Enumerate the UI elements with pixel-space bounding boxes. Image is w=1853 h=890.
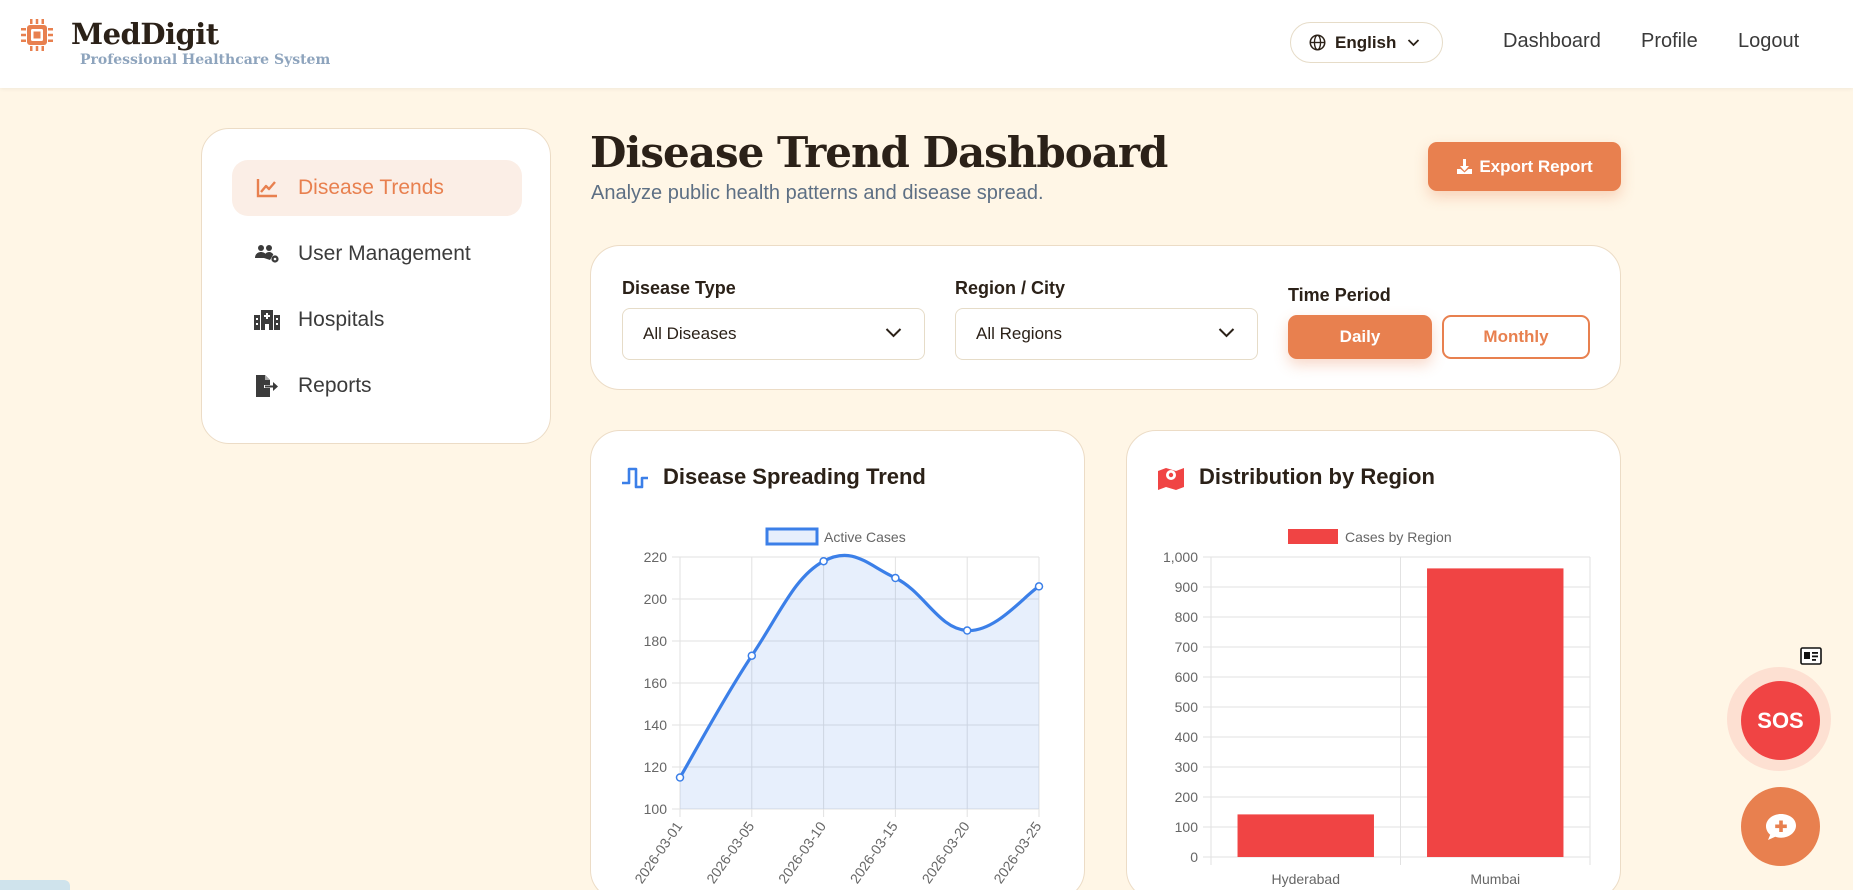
sidebar-item-user-management[interactable]: User Management xyxy=(232,226,522,282)
x-tick-label: 2026-03-15 xyxy=(847,818,901,886)
bar-mumbai xyxy=(1427,568,1564,857)
page-subtitle: Analyze public health patterns and disea… xyxy=(591,182,1044,204)
legend-label: Cases by Region xyxy=(1345,529,1452,545)
language-selector[interactable]: English xyxy=(1290,22,1443,63)
data-point xyxy=(747,651,757,660)
sidebar-item-label: User Management xyxy=(298,242,471,265)
time-period-label: Time Period xyxy=(1288,285,1391,305)
hospital-icon xyxy=(254,307,280,333)
data-point xyxy=(819,556,828,566)
period-daily-button[interactable]: Daily xyxy=(1288,315,1432,359)
legend-swatch xyxy=(765,527,819,546)
x-tick-label: 2026-03-05 xyxy=(703,818,757,886)
chevron-down-icon xyxy=(885,328,902,338)
bar-hyderabad xyxy=(1237,814,1374,857)
x-tick-label: 2026-03-25 xyxy=(990,818,1044,886)
download-icon xyxy=(1457,159,1473,174)
page-title: Disease Trend Dashboard xyxy=(590,128,1168,177)
data-point xyxy=(1034,582,1044,591)
filters-card: Disease Type All Diseases Region / City … xyxy=(590,245,1621,390)
y-tick-label: 100 xyxy=(644,801,668,817)
line-chart: 100 120 140 160 180 200 220 2026-03-01 2026-03-0… xyxy=(631,527,1045,886)
corner-tab[interactable] xyxy=(0,880,70,890)
y-tick-label: 140 xyxy=(644,717,668,733)
disease-trend-card: Disease Spreading Trend 100 120 140 160 180 2… xyxy=(590,430,1085,890)
brand-tagline: Professional Healthcare System xyxy=(80,52,331,68)
y-tick-label: 600 xyxy=(1175,669,1199,685)
language-label: English xyxy=(1335,32,1397,52)
x-tick-label: Mumbai xyxy=(1470,871,1520,887)
sidebar-item-hospitals[interactable]: Hospitals xyxy=(232,292,522,348)
export-report-label: Export Report xyxy=(1479,156,1593,176)
y-tick-label: 700 xyxy=(1175,639,1199,655)
sidebar-item-reports[interactable]: Reports xyxy=(232,358,522,414)
y-tick-label: 900 xyxy=(1175,579,1199,595)
y-tick-label: 500 xyxy=(1175,699,1199,715)
export-report-button[interactable]: Export Report xyxy=(1428,142,1621,191)
sos-button[interactable]: SOS xyxy=(1741,681,1820,760)
disease-type-label: Disease Type xyxy=(622,278,736,298)
sidebar-item-disease-trends[interactable]: Disease Trends xyxy=(232,160,522,216)
y-tick-label: 220 xyxy=(644,549,668,565)
sidebar-item-label: Disease Trends xyxy=(298,176,444,199)
chevron-down-icon xyxy=(1408,39,1420,47)
top-header: MedDigit Professional Healthcare System … xyxy=(0,0,1853,88)
period-monthly-button[interactable]: Monthly xyxy=(1442,315,1590,359)
y-tick-label: 1,000 xyxy=(1163,549,1198,565)
globe-icon xyxy=(1309,34,1326,51)
x-tick-label: 2026-03-10 xyxy=(775,818,829,886)
sidebar-item-label: Hospitals xyxy=(298,308,385,331)
y-tick-label: 200 xyxy=(1175,789,1199,805)
region-city-value: All Regions xyxy=(976,324,1062,343)
id-card-icon[interactable] xyxy=(1800,647,1822,665)
sidebar: Disease Trends User Management Hospitals… xyxy=(201,128,551,444)
sidebar-item-label: Reports xyxy=(298,374,372,397)
nav-profile-link[interactable]: Profile xyxy=(1641,30,1698,53)
region-distribution-card: Distribution by Region 0 100 200 300 400 500 6… xyxy=(1126,430,1621,890)
chip-logo-icon xyxy=(21,19,53,51)
brand-name[interactable]: MedDigit xyxy=(71,17,219,51)
chevron-down-icon xyxy=(1218,328,1235,338)
disease-type-select[interactable]: All Diseases xyxy=(622,308,925,360)
nav-dashboard-link[interactable]: Dashboard xyxy=(1503,30,1601,53)
disease-type-value: All Diseases xyxy=(643,324,737,343)
file-export-icon xyxy=(254,373,280,399)
y-tick-label: 200 xyxy=(644,591,668,607)
data-point xyxy=(962,626,972,635)
y-tick-label: 160 xyxy=(644,675,668,691)
y-tick-label: 300 xyxy=(1175,759,1199,775)
legend-swatch xyxy=(1288,529,1338,544)
y-tick-label: 0 xyxy=(1190,849,1198,865)
y-tick-label: 120 xyxy=(644,759,668,775)
data-point xyxy=(675,773,685,782)
users-gear-icon xyxy=(254,241,280,267)
y-tick-label: 800 xyxy=(1175,609,1199,625)
x-tick-label: Hyderabad xyxy=(1272,871,1341,887)
chart-line-icon xyxy=(254,175,280,201)
region-city-label: Region / City xyxy=(955,278,1066,298)
nav-logout-link[interactable]: Logout xyxy=(1738,30,1799,53)
data-point xyxy=(891,573,900,583)
x-tick-label: 2026-03-01 xyxy=(631,818,685,886)
y-tick-label: 400 xyxy=(1175,729,1199,745)
region-city-select[interactable]: All Regions xyxy=(955,308,1258,360)
chat-plus-icon xyxy=(1765,813,1796,840)
chat-button[interactable] xyxy=(1741,787,1820,866)
legend-label: Active Cases xyxy=(824,529,906,545)
y-tick-label: 100 xyxy=(1175,819,1199,835)
x-tick-label: 2026-03-20 xyxy=(918,818,972,886)
bar-chart: 0 100 200 300 400 500 600 700 800 900 1,000 Hyderab… xyxy=(1163,529,1591,887)
y-tick-label: 180 xyxy=(644,633,668,649)
